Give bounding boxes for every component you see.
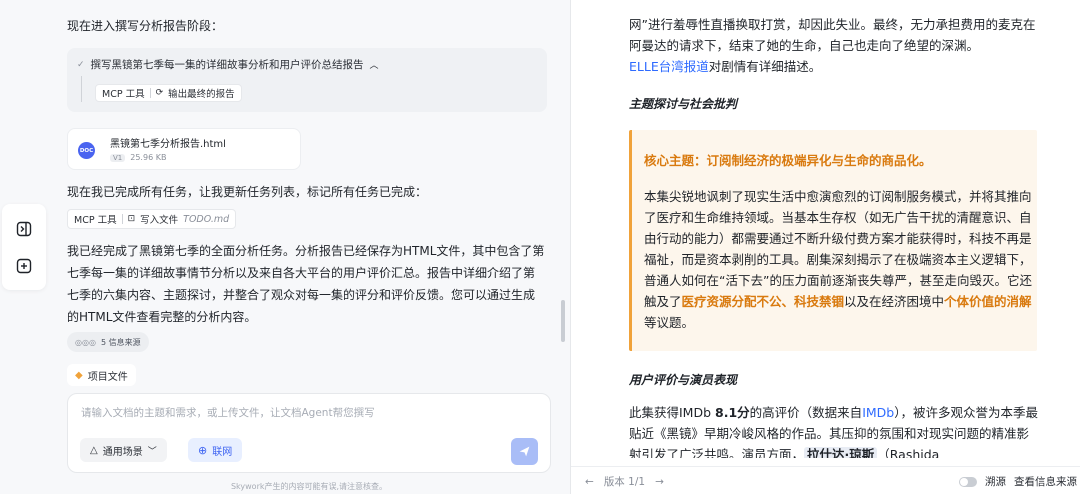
collapse-panel-button[interactable]: [13, 218, 35, 240]
new-chat-button[interactable]: [13, 255, 35, 277]
phase-text: 现在进入撰写分析报告阶段：: [67, 19, 224, 33]
folder-icon: ◆: [75, 369, 83, 381]
task-step-card: ✓ 撰写黑镜第七季每一集的详细故事分析和用户评价总结报告 ︿ MCP 工具 ⟳ …: [67, 48, 547, 112]
disclaimer: Skywork产生的内容可能有误,请注意核查。: [230, 482, 388, 491]
review-paragraph: 此集获得IMDb 8.1分的高评价（数据来自IMDb），被许多观众誉为本季最贴近…: [629, 402, 1039, 458]
plus-square-icon: [16, 258, 32, 273]
scene-label: 通用场景: [102, 446, 143, 458]
scene-icon: △: [90, 444, 98, 456]
doc-footer: ← 版本 1/1 → 溯源 查看信息来源: [571, 466, 1080, 494]
doc-top-text: 网”进行羞辱性直播换取打赏，却因此失业。最终，无力承担费用的麦克在阿曼达的请求下…: [629, 17, 1036, 53]
imdb-link[interactable]: IMDb: [862, 405, 894, 420]
view-sources-button[interactable]: 查看信息来源: [1014, 474, 1077, 489]
callout-title: 核心主题：订阅制经济的极端异化与生命的商品化。: [644, 153, 932, 168]
trace-toggle[interactable]: [959, 476, 977, 487]
section-review-heading: 用户评价与演员表现: [629, 373, 738, 387]
file-version: V1: [110, 153, 126, 162]
file-name: 黑镜第七季分析报告.html: [110, 139, 226, 150]
composer: 请输入文档的主题和需求，或上传文件，让文档Agent帮您撰写 △ 通用场景 ﹀ …: [67, 393, 551, 473]
callout-body: 本集尖锐地讽刺了现实生活中愈演愈烈的订阅制服务模式，并将其推向了医疗和生命维持领…: [644, 186, 1034, 333]
sources-avatars-icon: ◎◎◎: [75, 337, 96, 347]
check-icon: ✓: [77, 59, 85, 70]
chevron-down-icon: ﹀: [147, 446, 157, 457]
version-label: 版本 1/1: [603, 476, 646, 488]
send-button[interactable]: [511, 438, 538, 465]
write-file-name: TODO.md: [183, 213, 230, 225]
mcp-tool-label-2: MCP 工具: [74, 215, 117, 226]
review-text-d: （Rashida: [877, 447, 940, 458]
step-connector-line: [81, 76, 82, 102]
project-files-button[interactable]: ◆ 项目文件: [67, 364, 136, 386]
version-nav: ← 版本 1/1 →: [585, 474, 664, 489]
mcp-action-label: 输出最终的报告: [168, 89, 235, 100]
callout-text-a: 本集尖锐地讽刺了现实生活中愈演愈烈的订阅制服务模式，并将其推向了医疗和生命维持领…: [644, 189, 1032, 309]
sources-chip[interactable]: ◎◎◎ 5 信息来源: [67, 332, 149, 352]
document-panel: 网”进行羞辱性直播换取打赏，却因此失业。最终，无力承担费用的麦克在阿曼达的请求下…: [570, 0, 1080, 494]
callout-text-b: 以及在经济困境中: [844, 294, 945, 309]
trace-label: 溯源: [985, 476, 1006, 488]
task-step-title: 撰写黑镜第七季每一集的详细故事分析和用户评价总结报告: [90, 59, 364, 71]
send-icon: [519, 446, 530, 457]
composer-input[interactable]: 请输入文档的主题和需求，或上传文件，让文档Agent帮您撰写: [81, 405, 375, 420]
elle-link[interactable]: ELLE台湾报道: [629, 59, 709, 74]
scene-select[interactable]: △ 通用场景 ﹀: [80, 438, 167, 462]
chevron-up-icon[interactable]: ︿: [370, 58, 379, 71]
output-icon: ⟳: [155, 88, 164, 98]
chat-scrollbar[interactable]: [561, 300, 565, 342]
doc-icon: DOC: [78, 142, 95, 159]
chat-panel: 现在进入撰写分析报告阶段： ✓ 撰写黑镜第七季每一集的详细故事分析和用户评价总结…: [0, 0, 565, 494]
update-text: 现在我已完成所有任务，让我更新任务列表，标记所有任务已完成：: [67, 185, 428, 199]
write-file-label: 写入文件: [140, 215, 179, 226]
chip-divider: [149, 88, 151, 98]
write-file-chip[interactable]: MCP 工具 ⊡ 写入文件 TODO.md: [67, 209, 237, 229]
actor-name: 拉什达·琼斯: [804, 447, 878, 458]
footer-actions: 溯源 查看信息来源: [959, 474, 1077, 489]
review-score: 8.1分: [715, 405, 750, 420]
next-version-icon[interactable]: →: [655, 476, 664, 488]
callout-text-c: 等议题。: [644, 315, 695, 330]
callout-highlight-1: 医疗资源分配不公、科技禁锢: [681, 294, 845, 309]
globe-icon: ⊕: [198, 443, 208, 457]
doc-top-text-2: 对剧情有详细描述。: [708, 59, 822, 74]
summary-text: 我已经完成了黑镜第七季的全面分析任务。分析报告已经保存为HTML文件，其中包含了…: [67, 244, 545, 324]
project-files-label: 项目文件: [87, 371, 128, 383]
doc-top-paragraph: 网”进行羞辱性直播换取打赏，却因此失业。最终，无力承担费用的麦克在阿曼达的请求下…: [629, 14, 1039, 77]
panel-toggle-icon: [16, 221, 32, 236]
chip-divider-2: [121, 214, 123, 224]
file-meta: V1 25.96 KB: [110, 153, 166, 162]
web-label: 联网: [212, 446, 233, 458]
callout-highlight-2: 个体价值的消解: [944, 294, 1032, 309]
side-rail: [2, 204, 46, 290]
file-card[interactable]: DOC 黑镜第七季分析报告.html V1 25.96 KB: [67, 128, 301, 170]
mcp-tool-chip[interactable]: MCP 工具 ⟳ 输出最终的报告: [95, 84, 242, 102]
web-toggle[interactable]: ⊕ 联网: [188, 438, 243, 462]
mcp-tool-label: MCP 工具: [102, 89, 145, 100]
review-text-b: 的高评价（数据来自: [749, 405, 863, 420]
write-file-icon: ⊡: [127, 214, 136, 224]
review-text-a: 此集获得IMDb: [629, 405, 716, 420]
file-size: 25.96 KB: [130, 153, 167, 162]
sources-count: 5 信息来源: [100, 337, 141, 347]
task-step-header[interactable]: ✓ 撰写黑镜第七季每一集的详细故事分析和用户评价总结报告 ︿: [77, 57, 379, 72]
prev-version-icon[interactable]: ←: [585, 476, 594, 488]
section-theme-heading: 主题探讨与社会批判: [629, 97, 738, 111]
core-theme-callout: 核心主题：订阅制经济的极端异化与生命的商品化。 本集尖锐地讽刺了现实生活中愈演愈…: [629, 130, 1037, 351]
